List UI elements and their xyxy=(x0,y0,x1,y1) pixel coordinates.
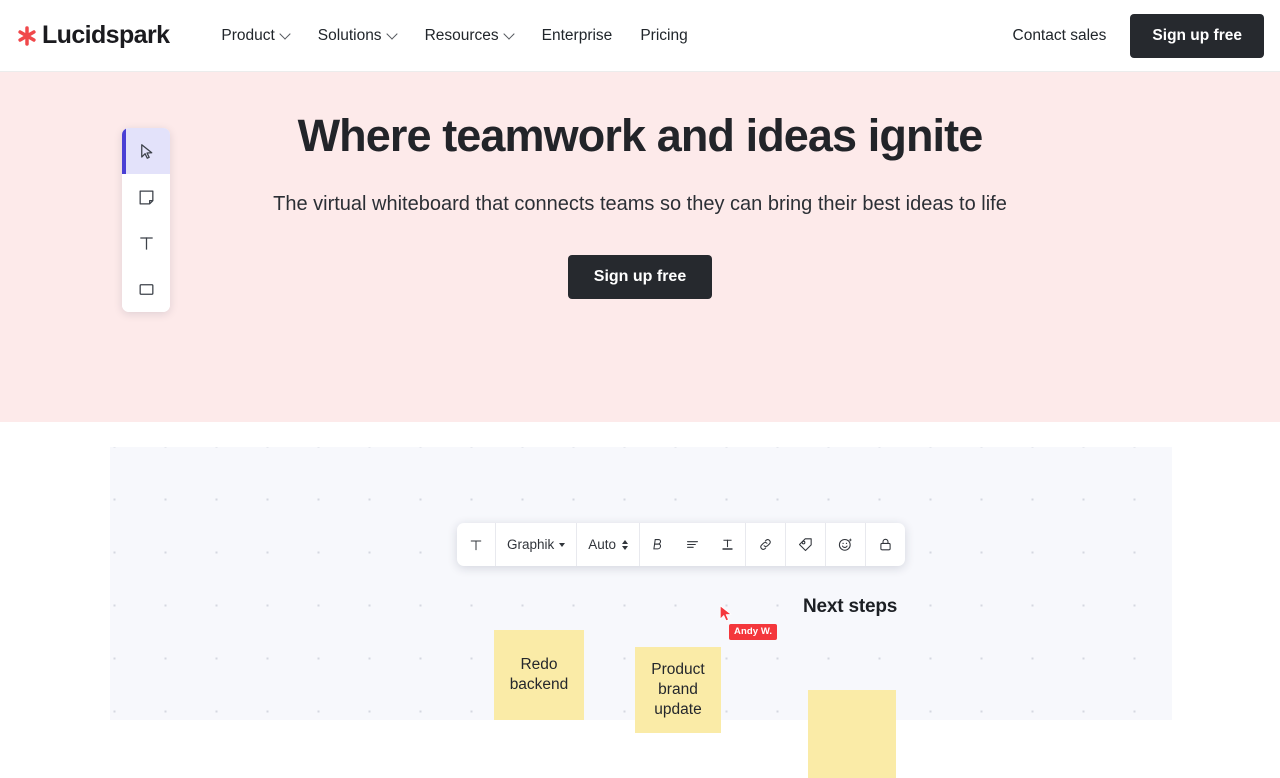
nav-item-label: Product xyxy=(221,26,275,44)
contact-sales-link[interactable]: Contact sales xyxy=(995,27,1125,45)
text-color-button[interactable] xyxy=(710,523,745,566)
font-size-value: Auto xyxy=(588,537,617,552)
chevron-down-icon xyxy=(281,30,290,39)
tag-button[interactable] xyxy=(786,523,825,566)
emoji-sparkle-icon xyxy=(838,538,853,551)
top-navigation-bar: Lucidspark Product Solutions Resources E… xyxy=(0,0,1280,72)
lock-button[interactable] xyxy=(866,523,905,566)
text-format-button[interactable] xyxy=(457,523,495,566)
stepper-arrows-icon xyxy=(622,539,629,550)
lock-icon xyxy=(880,538,891,551)
brand-name: Lucidspark xyxy=(42,21,170,49)
remote-cursor-label: Andy W. xyxy=(729,624,778,640)
nav-signup-button[interactable]: Sign up free xyxy=(1130,13,1264,58)
text-tool-button[interactable] xyxy=(122,220,170,266)
hero-signup-button[interactable]: Sign up free xyxy=(567,255,713,300)
font-family-select[interactable]: Graphik xyxy=(496,523,576,566)
asterisk-logo-icon xyxy=(18,25,36,46)
rectangle-icon xyxy=(139,283,153,295)
nav-item-label: Enterprise xyxy=(541,26,613,44)
sticky-note-icon xyxy=(139,190,153,204)
format-group-style xyxy=(640,523,747,566)
text-format-toolbar: Graphik Auto xyxy=(457,523,906,566)
format-group-emoji xyxy=(826,523,867,566)
format-group-link xyxy=(746,523,787,566)
select-tool-button[interactable] xyxy=(122,128,170,174)
board-section-heading: Next steps xyxy=(803,596,898,617)
nav-item-product[interactable]: Product xyxy=(207,16,303,56)
hero-section: Where teamwork and ideas ignite The virt… xyxy=(0,72,1280,422)
chevron-down-icon xyxy=(559,542,566,547)
brand-logo-link[interactable]: Lucidspark xyxy=(16,21,170,50)
bold-icon xyxy=(653,539,662,550)
font-family-value: Graphik xyxy=(507,537,555,552)
sticky-note[interactable]: Product brand update xyxy=(635,647,721,733)
format-group-type xyxy=(457,523,496,566)
format-group-font: Graphik xyxy=(496,523,578,566)
link-icon xyxy=(760,539,771,550)
remote-cursor-icon xyxy=(719,605,732,622)
sticky-note[interactable]: Redo backend xyxy=(494,630,584,720)
align-icon xyxy=(687,541,699,548)
font-size-stepper[interactable]: Auto xyxy=(577,523,639,566)
emoji-button[interactable] xyxy=(826,523,865,566)
chevron-down-icon xyxy=(388,30,397,39)
nav-item-label: Solutions xyxy=(317,26,382,44)
format-group-tag xyxy=(786,523,827,566)
nav-item-solutions[interactable]: Solutions xyxy=(304,16,411,56)
nav-item-label: Resources xyxy=(424,26,499,44)
nav-item-pricing[interactable]: Pricing xyxy=(626,16,701,56)
chevron-down-icon xyxy=(505,30,514,39)
sticky-note[interactable] xyxy=(808,690,896,778)
page-title: Where teamwork and ideas ignite xyxy=(297,110,984,161)
bold-button[interactable] xyxy=(640,523,675,566)
hero-subtitle: The virtual whiteboard that connects tea… xyxy=(273,192,1007,215)
align-button[interactable] xyxy=(675,523,710,566)
text-t-icon xyxy=(139,236,153,250)
link-button[interactable] xyxy=(746,523,785,566)
nav-item-label: Pricing xyxy=(640,26,688,44)
nav-actions: Contact sales Sign up free xyxy=(995,13,1264,58)
sticky-note-tool-button[interactable] xyxy=(122,174,170,220)
whiteboard-tool-rail xyxy=(122,128,170,312)
text-color-icon xyxy=(722,539,733,550)
tag-icon xyxy=(799,538,812,552)
shape-tool-button[interactable] xyxy=(122,266,170,312)
nav-item-enterprise[interactable]: Enterprise xyxy=(528,16,627,56)
cursor-icon xyxy=(140,143,152,159)
nav-item-resources[interactable]: Resources xyxy=(411,16,528,56)
primary-nav-links: Product Solutions Resources Enterprise P… xyxy=(207,16,701,56)
text-format-icon xyxy=(470,540,482,550)
format-group-lock xyxy=(866,523,905,566)
format-group-size: Auto xyxy=(577,523,641,566)
